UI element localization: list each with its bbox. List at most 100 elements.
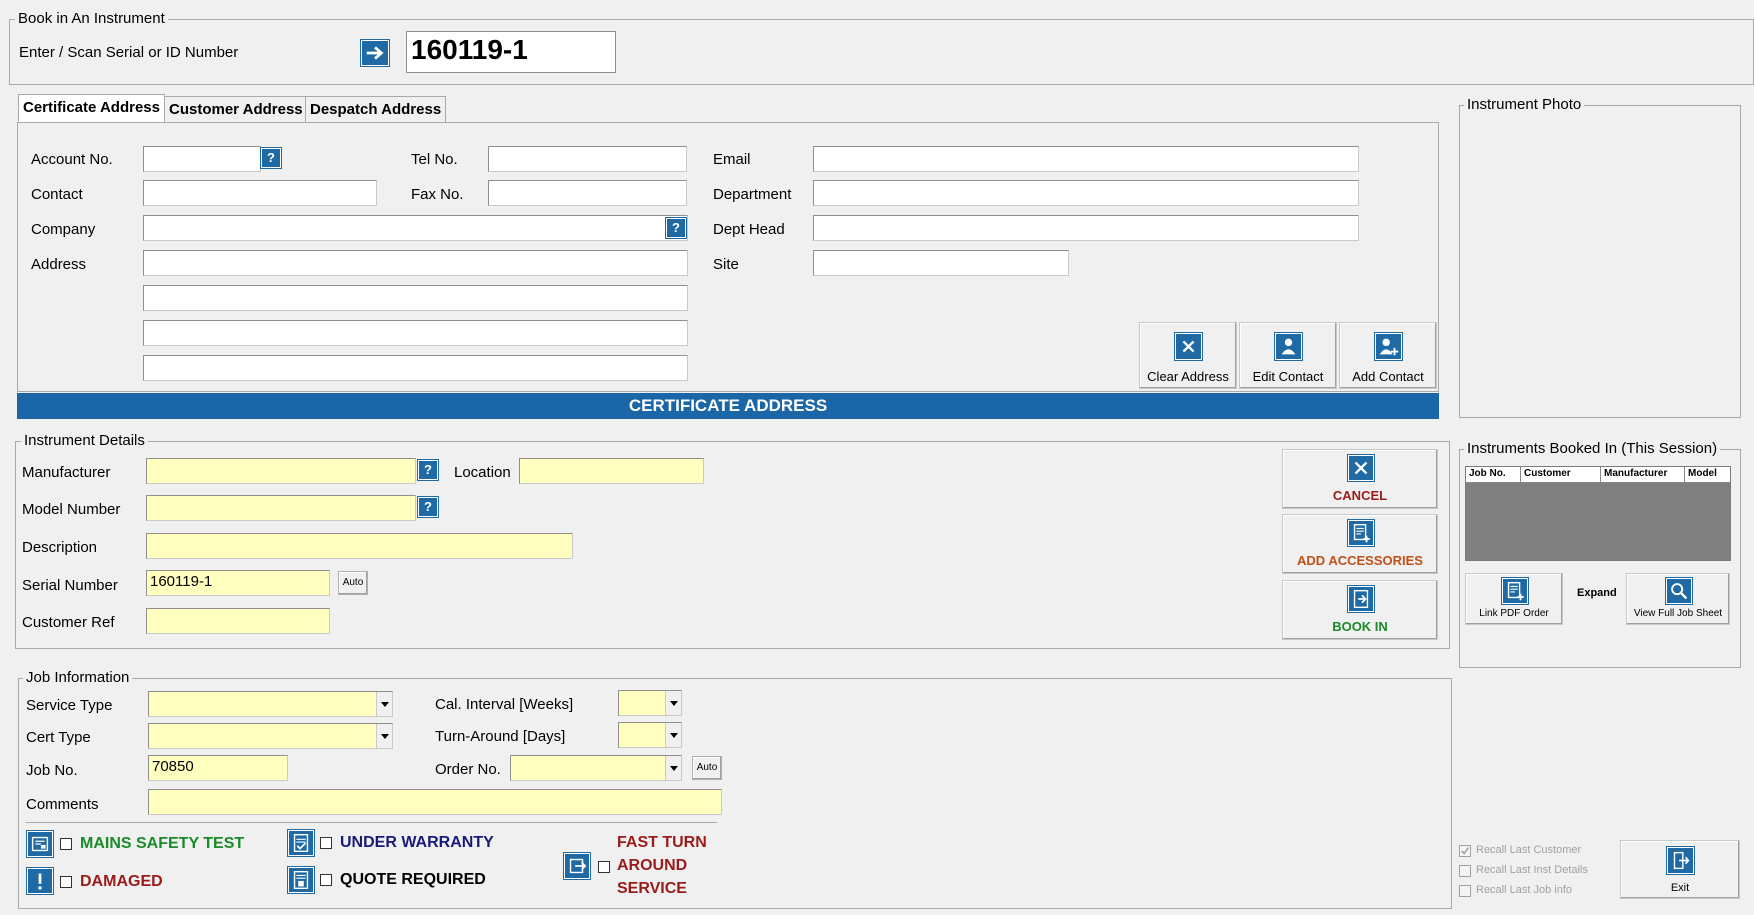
address-line3-input[interactable] [143,320,688,346]
add-contact-button[interactable]: Add Contact [1339,322,1437,389]
session-col-job[interactable]: Job No. [1466,467,1521,483]
fast-turnaround-line2[interactable]: AROUND [617,857,687,875]
book-in-label: BOOK IN [1332,619,1388,634]
session-col-customer[interactable]: Customer [1521,467,1601,483]
recall-last-inst-label[interactable]: Recall Last Inst Details [1476,864,1588,876]
clear-address-button[interactable]: Clear Address [1139,322,1237,389]
serial-scan-input[interactable]: 160119-1 [406,31,616,73]
fast-turnaround-line1[interactable]: FAST TURN [617,834,707,852]
book-in-frame [9,19,1754,85]
close-icon [1174,332,1203,361]
session-title: Instruments Booked In (This Session) [1464,440,1721,457]
serial-scan-label: Enter / Scan Serial or ID Number [19,44,239,61]
recall-last-customer-checkbox[interactable] [1459,845,1471,857]
turnaround-select[interactable] [618,722,682,748]
arrow-right-icon [366,46,384,60]
order-no-auto-button[interactable]: Auto [692,756,722,780]
warranty-icon [287,829,315,857]
warranty-label[interactable]: UNDER WARRANTY [340,834,494,852]
recall-last-job-checkbox[interactable] [1459,885,1471,897]
go-arrow-button[interactable] [360,39,390,67]
instrument-photo-title: Instrument Photo [1464,96,1585,113]
comments-input[interactable] [148,789,722,815]
tel-input[interactable] [488,146,687,172]
address-line4-input[interactable] [143,355,688,381]
model-label: Model Number [22,501,121,518]
damaged-label[interactable]: DAMAGED [80,873,163,891]
comments-label: Comments [26,796,99,813]
cancel-button[interactable]: CANCEL [1282,449,1438,509]
contact-input[interactable] [143,180,377,206]
manufacturer-lookup-button[interactable]: ? [417,459,439,481]
service-type-select[interactable] [148,691,393,717]
dept-head-input[interactable] [813,215,1359,241]
site-input[interactable] [813,250,1069,276]
edit-contact-label: Edit Contact [1252,369,1324,384]
company-input[interactable] [143,215,688,241]
fast-turnaround-line3[interactable]: SERVICE [617,880,687,898]
account-input[interactable] [143,146,261,172]
description-input[interactable] [146,533,573,559]
fax-input[interactable] [488,180,687,206]
serial-auto-button[interactable]: Auto [338,571,368,595]
session-table-header: Job No. Customer Manufacturer Model [1466,467,1730,483]
expand-label[interactable]: Expand [1577,587,1617,599]
order-no-select[interactable] [510,755,682,781]
add-contact-label: Add Contact [1352,369,1424,384]
quote-icon [287,866,315,894]
serial-number-input[interactable]: 160119-1 [146,570,330,596]
serial-number-label: Serial Number [22,577,118,594]
add-document-icon [1347,519,1375,547]
recall-last-inst-checkbox[interactable] [1459,865,1471,877]
add-accessories-button[interactable]: ADD ACCESSORIES [1282,514,1438,574]
address-line2-input[interactable] [143,285,688,311]
service-type-label: Service Type [26,697,113,714]
book-in-title: Book in An Instrument [15,10,168,27]
link-pdf-order-button[interactable]: Link PDF Order [1465,573,1563,625]
model-input[interactable] [146,495,416,521]
recall-last-customer-label[interactable]: Recall Last Customer [1476,844,1581,856]
job-no-label: Job No. [26,762,78,779]
edit-contact-button[interactable]: Edit Contact [1239,322,1337,389]
tab-despatch-address[interactable]: Despatch Address [305,96,447,122]
email-input[interactable] [813,146,1359,172]
mains-safety-icon [26,830,54,858]
search-icon [1665,577,1693,605]
exit-label: Exit [1670,882,1690,894]
model-lookup-button[interactable]: ? [417,496,439,518]
session-table: Job No. Customer Manufacturer Model [1465,466,1731,561]
add-accessories-label: ADD ACCESSORIES [1297,553,1423,568]
tab-customer-address[interactable]: Customer Address [164,96,308,122]
company-lookup-button[interactable]: ? [665,217,687,239]
location-input[interactable] [519,458,704,484]
manufacturer-input[interactable] [146,458,416,484]
tab-certificate-address[interactable]: Certificate Address [18,94,165,122]
cal-interval-label: Cal. Interval [Weeks] [435,696,574,713]
damaged-checkbox[interactable] [60,876,72,888]
warranty-checkbox[interactable] [320,837,332,849]
session-col-model[interactable]: Model [1685,467,1730,483]
account-lookup-button[interactable]: ? [260,147,282,169]
recall-last-job-label[interactable]: Recall Last Job info [1476,884,1572,896]
chevron-down-icon [376,724,392,748]
chevron-down-icon [665,756,681,780]
quote-label[interactable]: QUOTE REQUIRED [340,871,486,889]
account-label: Account No. [31,151,113,168]
job-no-input[interactable]: 70850 [148,755,288,781]
customer-ref-input[interactable] [146,608,330,634]
fast-turnaround-checkbox[interactable] [598,861,610,873]
chevron-down-icon [376,692,392,716]
book-in-button[interactable]: BOOK IN [1282,580,1438,640]
session-col-manufacturer[interactable]: Manufacturer [1601,467,1685,483]
contact-label: Contact [31,186,83,203]
cal-interval-select[interactable] [618,690,682,716]
exit-button[interactable]: Exit [1620,840,1740,899]
view-full-job-sheet-button[interactable]: View Full Job Sheet [1626,573,1730,625]
address-line1-input[interactable] [143,250,688,276]
person-icon [1274,332,1303,361]
mains-safety-checkbox[interactable] [60,838,72,850]
department-input[interactable] [813,180,1359,206]
cert-type-select[interactable] [148,723,393,749]
quote-checkbox[interactable] [320,874,332,886]
mains-safety-label[interactable]: MAINS SAFETY TEST [80,835,244,853]
